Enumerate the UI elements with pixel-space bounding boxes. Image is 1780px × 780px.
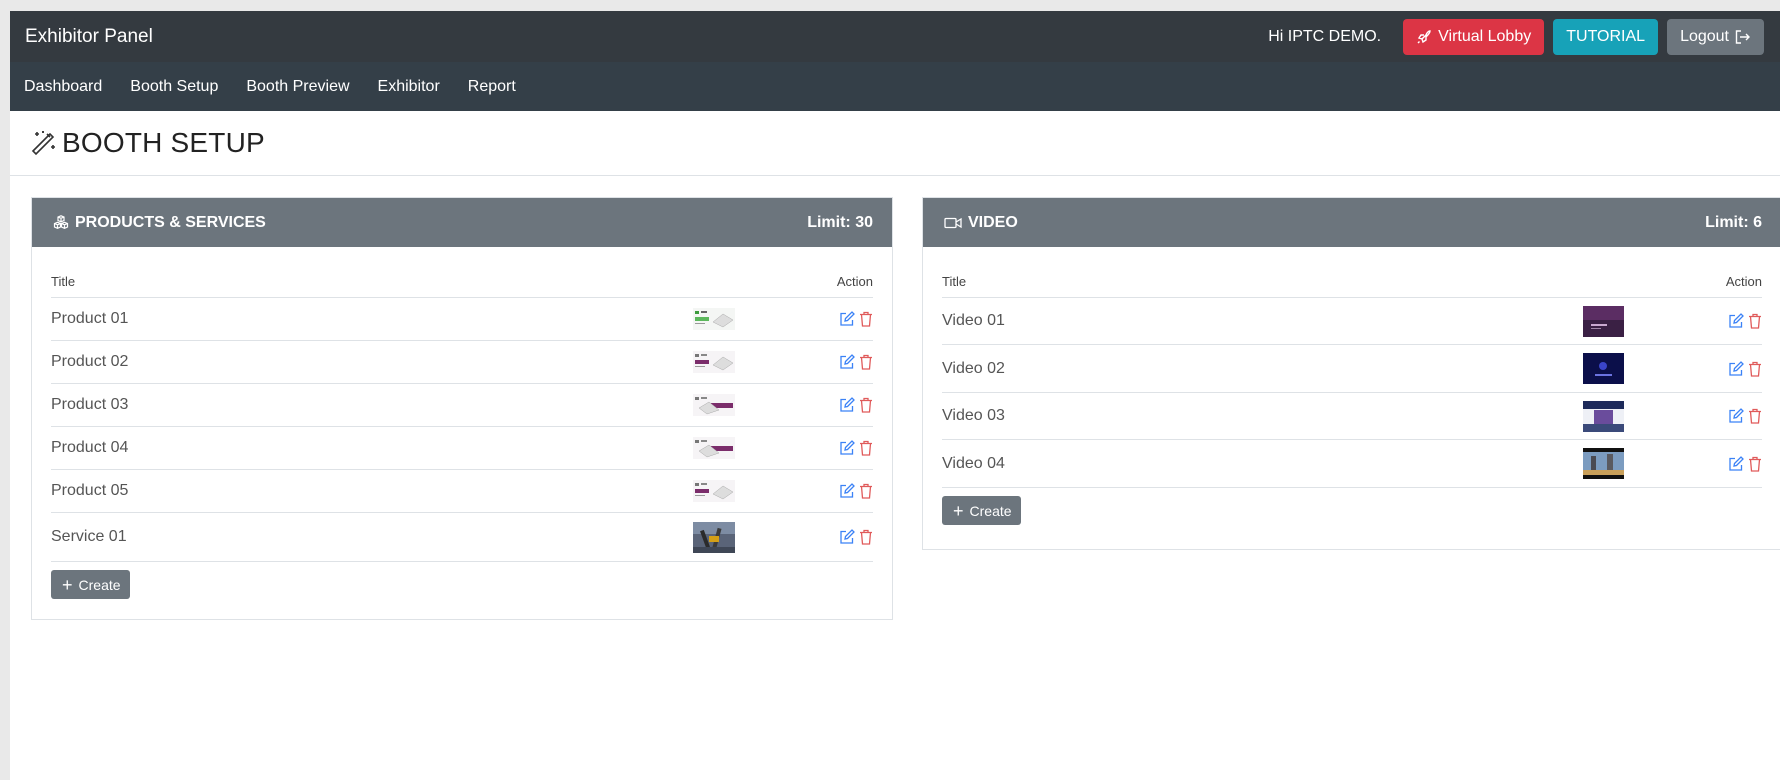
table-row: Product 04 — [51, 427, 873, 470]
nav-dashboard[interactable]: Dashboard — [24, 78, 102, 96]
product-title: Product 05 — [51, 482, 129, 499]
main-nav: Dashboard Booth Setup Booth Preview Exhi… — [10, 62, 1780, 111]
edit-icon[interactable] — [839, 354, 855, 370]
create-video-button[interactable]: + Create — [942, 496, 1021, 525]
product-title: Product 03 — [51, 396, 129, 413]
user-greeting: Hi IPTC DEMO. — [1268, 27, 1382, 45]
app-window: Exhibitor Panel Hi IPTC DEMO. Virtual Lo… — [10, 11, 1780, 780]
products-limit: Limit: 30 — [807, 213, 873, 231]
video-card-header: VIDEO Limit: 6 — [923, 198, 1780, 247]
trash-icon[interactable] — [859, 440, 873, 456]
tutorial-label: TUTORIAL — [1566, 27, 1646, 45]
video-thumbnail[interactable] — [1583, 353, 1624, 384]
virtual-lobby-button[interactable]: Virtual Lobby — [1403, 18, 1545, 55]
nav-booth-preview[interactable]: Booth Preview — [246, 78, 349, 96]
table-row: Video 02 — [942, 345, 1762, 393]
edit-icon[interactable] — [1728, 313, 1744, 329]
edit-icon[interactable] — [839, 440, 855, 456]
video-thumbnail[interactable] — [1583, 400, 1624, 432]
nav-booth-setup[interactable]: Booth Setup — [130, 78, 218, 96]
product-thumbnail[interactable] — [693, 394, 735, 416]
video-card: VIDEO Limit: 6 Title Action Video 01 Vid… — [922, 197, 1780, 550]
edit-icon[interactable] — [1728, 408, 1744, 424]
product-thumbnail[interactable] — [693, 437, 735, 459]
trash-icon[interactable] — [859, 397, 873, 413]
table-row: Video 04 — [942, 440, 1762, 488]
edit-icon[interactable] — [1728, 360, 1744, 377]
create-label: Create — [78, 576, 121, 593]
product-thumbnail[interactable] — [693, 351, 735, 373]
trash-icon[interactable] — [859, 354, 873, 370]
nav-report[interactable]: Report — [468, 78, 516, 96]
trash-icon[interactable] — [859, 483, 873, 499]
trash-icon[interactable] — [859, 529, 873, 545]
virtual-lobby-label: Virtual Lobby — [1438, 27, 1532, 45]
video-card-title: VIDEO — [968, 213, 1018, 231]
video-title: Video 02 — [942, 359, 1005, 377]
rocket-icon — [1417, 29, 1431, 43]
video-table-header: Title Action — [942, 261, 1762, 298]
table-row: Video 01 — [942, 298, 1762, 345]
product-title: Product 02 — [51, 353, 129, 370]
video-thumbnail[interactable] — [1583, 305, 1624, 337]
products-card-title: PRODUCTS & SERVICES — [75, 213, 266, 231]
column-action: Action — [1725, 274, 1762, 289]
products-card: PRODUCTS & SERVICES Limit: 30 Title Acti… — [31, 197, 893, 620]
top-bar: Exhibitor Panel Hi IPTC DEMO. Virtual Lo… — [10, 11, 1780, 62]
table-row: Video 03 — [942, 393, 1762, 440]
table-row: Product 03 — [51, 384, 873, 427]
tutorial-button[interactable]: TUTORIAL — [1553, 18, 1659, 55]
trash-icon[interactable] — [859, 311, 873, 327]
page-header: BOOTH SETUP — [10, 111, 1780, 176]
table-row: Service 01 — [51, 513, 873, 562]
product-title: Product 04 — [51, 439, 129, 456]
plus-icon: + — [953, 500, 964, 521]
magic-wand-icon — [31, 131, 55, 156]
product-title: Product 01 — [51, 310, 129, 327]
trash-icon[interactable] — [1748, 456, 1762, 472]
column-title: Title — [942, 274, 967, 289]
column-title: Title — [51, 274, 76, 289]
products-table-header: Title Action — [51, 261, 873, 298]
trash-icon[interactable] — [1748, 408, 1762, 424]
column-action: Action — [836, 274, 873, 289]
video-thumbnail[interactable] — [1583, 448, 1624, 479]
video-title: Video 03 — [942, 407, 1005, 424]
trash-icon[interactable] — [1748, 313, 1762, 329]
edit-icon[interactable] — [839, 397, 855, 413]
logout-label: Logout — [1680, 27, 1729, 45]
plus-icon: + — [62, 574, 73, 595]
trash-icon[interactable] — [1748, 361, 1762, 377]
service-thumbnail[interactable] — [693, 521, 735, 553]
create-product-button[interactable]: + Create — [51, 570, 130, 599]
table-row: Product 01 — [51, 298, 873, 341]
edit-icon[interactable] — [839, 529, 855, 545]
product-thumbnail[interactable] — [693, 480, 735, 502]
edit-icon[interactable] — [1728, 455, 1744, 472]
product-title: Service 01 — [51, 528, 127, 545]
create-label: Create — [969, 502, 1012, 519]
table-row: Product 02 — [51, 341, 873, 384]
video-title: Video 01 — [942, 312, 1005, 329]
brand-title[interactable]: Exhibitor Panel — [25, 26, 153, 48]
edit-icon[interactable] — [839, 311, 855, 327]
video-camera-icon — [944, 217, 962, 228]
products-card-header: PRODUCTS & SERVICES Limit: 30 — [32, 198, 892, 247]
video-title: Video 04 — [942, 454, 1005, 472]
logout-button[interactable]: Logout — [1667, 18, 1764, 55]
video-limit: Limit: 6 — [1705, 213, 1762, 231]
edit-icon[interactable] — [839, 483, 855, 499]
product-thumbnail[interactable] — [693, 308, 735, 330]
table-row: Product 05 — [51, 470, 873, 513]
nav-exhibitor[interactable]: Exhibitor — [378, 78, 440, 96]
cubes-icon — [53, 214, 69, 229]
page-title: BOOTH SETUP — [62, 127, 265, 158]
logout-icon — [1735, 29, 1750, 44]
